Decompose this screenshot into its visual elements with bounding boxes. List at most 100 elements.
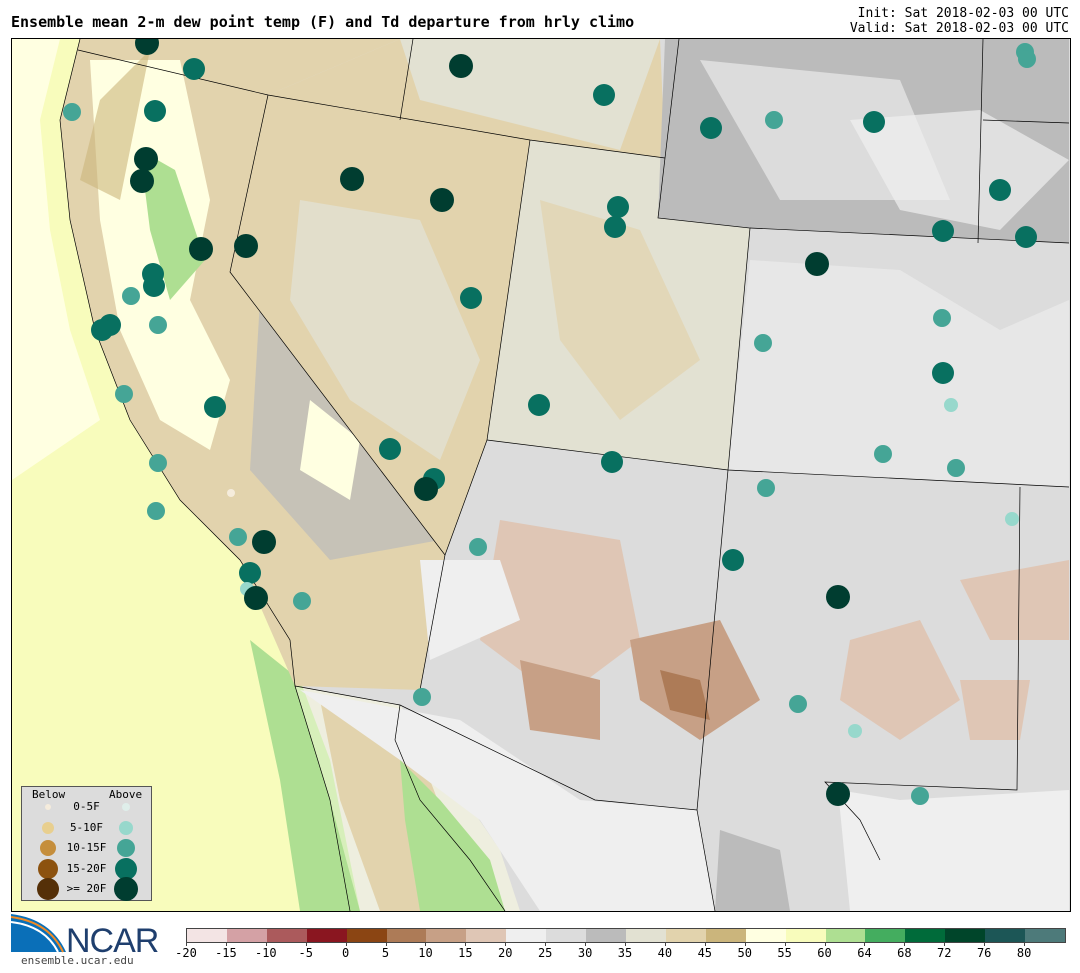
colorbar-tick [904, 942, 906, 946]
colorbar [186, 928, 1066, 943]
colorbar-tick [984, 942, 986, 946]
colorbar-bin [665, 929, 706, 942]
legend-above-marker [122, 803, 130, 811]
station-marker [1015, 226, 1037, 248]
colorbar-tick [265, 942, 267, 946]
colorbar-tick [505, 942, 507, 946]
colorbar-bin [905, 929, 946, 942]
colorbar-tick-label: 30 [577, 946, 593, 960]
colorbar-bin [546, 929, 587, 942]
colorbar-bin [865, 929, 906, 942]
colorbar-tick-label: 0 [342, 946, 350, 960]
colorbar-tick-label: 35 [617, 946, 633, 960]
station-marker [244, 586, 268, 610]
station-marker [989, 179, 1011, 201]
station-marker [234, 234, 258, 258]
station-marker [601, 451, 623, 473]
station-marker [293, 592, 311, 610]
station-marker [593, 84, 615, 106]
station-marker [239, 562, 261, 584]
chart-title: Ensemble mean 2-m dew point temp (F) and… [11, 13, 635, 31]
station-marker [63, 103, 81, 121]
legend-row: >= 20F [22, 877, 151, 901]
station-marker [430, 188, 454, 212]
legend-below-marker [45, 804, 51, 810]
time-info: Init: Sat 2018-02-03 00 UTC Valid: Sat 2… [850, 6, 1069, 36]
station-marker [414, 477, 438, 501]
station-marker [528, 394, 550, 416]
station-marker [826, 782, 850, 806]
colorbar-tick-label: 55 [777, 946, 792, 960]
colorbar-tick [664, 942, 666, 946]
colorbar-bin [985, 929, 1026, 942]
ncar-arc-icon [11, 914, 66, 953]
colorbar-tick [305, 942, 307, 946]
init-time: Init: Sat 2018-02-03 00 UTC [857, 6, 1069, 21]
colorbar-bin [306, 929, 347, 942]
colorbar-bin [705, 929, 746, 942]
legend-below-marker [37, 878, 59, 900]
colorbar-bin [506, 929, 547, 942]
station-marker [449, 54, 473, 78]
colorbar-bin [945, 929, 986, 942]
colorbar-tick-label: 72 [937, 946, 952, 960]
colorbar-tick [225, 942, 227, 946]
station-marker [379, 438, 401, 460]
legend-row-label: 0-5F [73, 800, 100, 813]
ncar-logo: NCAR ensemble.ucar.edu [11, 914, 161, 970]
colorbar-tick [585, 942, 587, 946]
station-marker [700, 117, 722, 139]
colorbar-tick [1024, 942, 1026, 946]
colorbar-tick [545, 942, 547, 946]
valid-time: Valid: Sat 2018-02-03 00 UTC [849, 21, 1069, 36]
station-marker [1018, 50, 1036, 68]
colorbar-tick [944, 942, 946, 946]
colorbar-bin [586, 929, 626, 942]
station-marker [789, 695, 807, 713]
station-marker [252, 530, 276, 554]
map-fields [12, 39, 1070, 911]
station-marker [122, 287, 140, 305]
station-marker [460, 287, 482, 309]
colorbar-bin [785, 929, 826, 942]
station-marker [722, 549, 744, 571]
colorbar-bin [386, 929, 427, 942]
colorbar-bin [745, 929, 786, 942]
station-marker [933, 309, 951, 327]
colorbar-tick-label: 25 [537, 946, 553, 960]
colorbar-tick [345, 942, 347, 946]
legend-below-marker [38, 858, 58, 879]
station-marker [604, 216, 626, 238]
colorbar-tick [186, 942, 187, 946]
legend-above-marker [114, 877, 138, 901]
colorbar-tick-label: 76 [976, 946, 992, 960]
legend-row: 15-20F [22, 857, 151, 880]
colorbar-tick-label: 68 [897, 946, 912, 960]
colorbar-tick-label: -15 [215, 946, 237, 960]
station-marker [805, 252, 829, 276]
colorbar-tick-label: -20 [175, 946, 197, 960]
station-marker [932, 220, 954, 242]
station-marker [227, 489, 235, 497]
colorbar-ticks: -20 -15 -10 -5 0 5 10 15 20 25 30 35 40 45 50 55 60 64 68 7… [175, 942, 1064, 972]
station-marker [189, 237, 213, 261]
colorbar-bin [426, 929, 467, 942]
station-marker [874, 445, 892, 463]
station-marker [183, 58, 205, 80]
colorbar-tick [824, 942, 826, 946]
legend-above-marker [117, 839, 135, 857]
colorbar-tick-label: 80 [1016, 946, 1032, 960]
station-marker [130, 169, 154, 193]
station-marker [134, 147, 158, 171]
station-marker [340, 167, 364, 191]
station-marker [144, 100, 166, 122]
colorbar-tick [784, 942, 786, 946]
colorbar-tick [744, 942, 746, 946]
legend-row: 0-5F [22, 797, 151, 817]
departure-legend: Below Above 0-5F 5-10F 10-15F 15-20F >= 20F [21, 786, 152, 901]
colorbar-bin [625, 929, 666, 942]
station-marker [757, 479, 775, 497]
station-marker [413, 688, 431, 706]
station-marker [149, 454, 167, 472]
station-marker [115, 385, 133, 403]
